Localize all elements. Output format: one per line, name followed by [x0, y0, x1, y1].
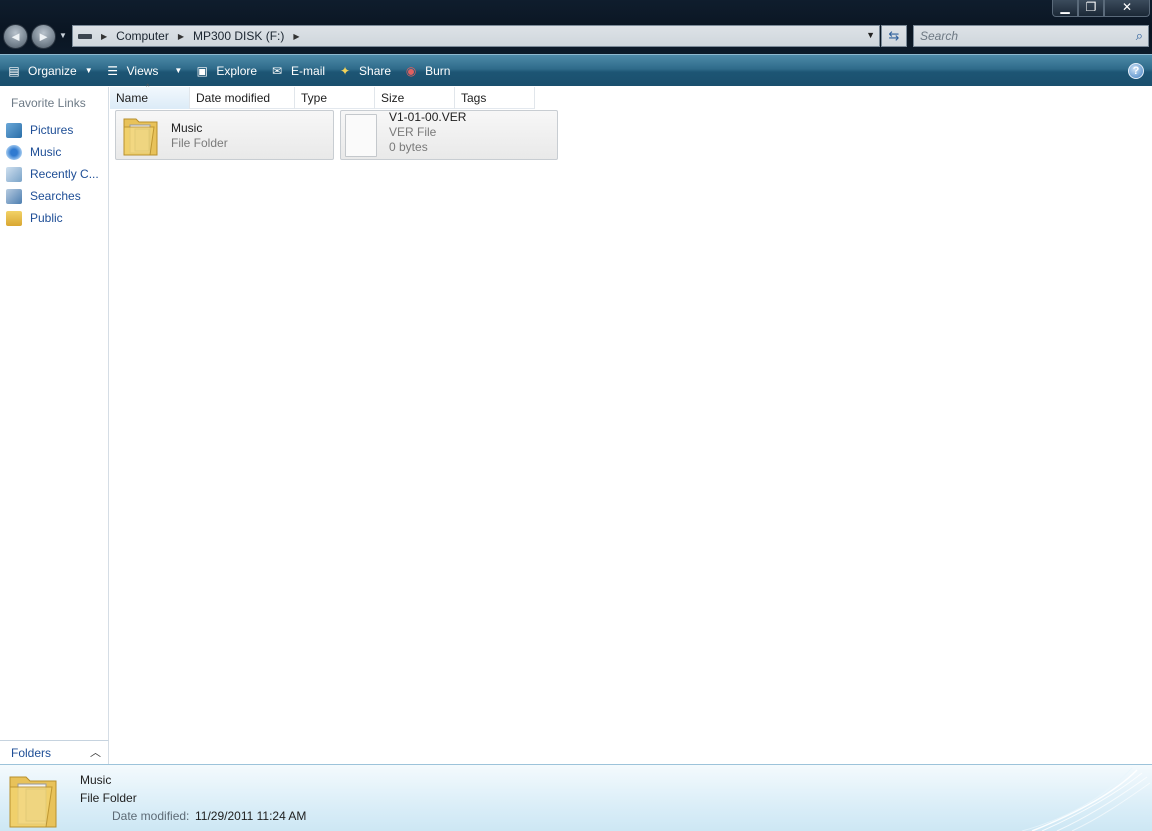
- column-header-label: Name: [116, 91, 149, 105]
- maximize-button[interactable]: ❐: [1078, 0, 1104, 17]
- folder-icon: [9, 776, 57, 828]
- column-header-size[interactable]: Size: [375, 87, 455, 109]
- refresh-icon: ⇆: [888, 28, 900, 43]
- navigation-pane: Favorite Links Pictures Music Recently C…: [0, 87, 109, 740]
- file-item-name: Music: [171, 121, 203, 135]
- column-header-type[interactable]: Type: [295, 87, 375, 109]
- column-header-label: Size: [381, 91, 405, 105]
- searches-icon: [6, 188, 22, 204]
- burn-button[interactable]: ◉ Burn: [397, 57, 456, 85]
- file-item-ver-file[interactable]: V1-01-00.VER VER File 0 bytes: [340, 110, 558, 160]
- drive-icon: [78, 33, 92, 39]
- sidebar-item-label: Public: [30, 211, 63, 225]
- file-list-pane: ^ Name Date modified Type Size Tags Musi…: [110, 84, 1152, 764]
- search-placeholder: Search: [920, 29, 959, 43]
- sort-ascending-icon: ^: [146, 84, 150, 91]
- file-item-size: 0 bytes: [389, 140, 428, 154]
- file-item-type: File Folder: [171, 136, 228, 150]
- sidebar-item-music[interactable]: Music: [6, 141, 106, 163]
- sidebar-item-public[interactable]: Public: [6, 207, 106, 229]
- views-icon: ☰: [107, 63, 118, 78]
- chevron-down-icon: ▼: [59, 31, 67, 40]
- minimize-button[interactable]: ▁: [1052, 0, 1078, 17]
- favorite-links-list: Pictures Music Recently C... Searches Pu…: [6, 119, 106, 229]
- document-icon: [345, 114, 377, 157]
- window-controls: ▁ ❐ ✕: [1052, 0, 1150, 18]
- column-header-date-modified[interactable]: Date modified: [190, 87, 295, 109]
- details-date-modified-label: Date modified:: [112, 809, 190, 823]
- forward-button[interactable]: ►: [31, 24, 56, 49]
- breadcrumb-separator-icon[interactable]: ▶: [101, 32, 107, 41]
- column-headers: ^ Name Date modified Type Size Tags: [110, 84, 535, 109]
- share-button[interactable]: ✦ Share: [331, 57, 397, 85]
- organize-icon: ▤: [8, 63, 20, 78]
- share-label: Share: [359, 63, 392, 78]
- breadcrumb-computer[interactable]: Computer: [116, 29, 169, 43]
- folders-toggle[interactable]: Folders ︿: [0, 740, 109, 764]
- breadcrumb-separator-icon[interactable]: ▶: [178, 32, 184, 41]
- sidebar-item-label: Recently C...: [30, 167, 99, 181]
- chevron-up-icon: ︿: [90, 747, 101, 759]
- explore-icon: ▣: [196, 63, 209, 78]
- column-header-label: Date modified: [196, 91, 271, 105]
- chevron-down-icon: ▼: [84, 66, 93, 75]
- explore-button[interactable]: ▣ Explore: [188, 57, 263, 85]
- details-date-modified-value: 11/29/2011 11:24 AM: [195, 809, 307, 823]
- column-header-label: Type: [301, 91, 328, 105]
- sidebar-item-recently-changed[interactable]: Recently C...: [6, 163, 106, 185]
- title-bar: ▁ ❐ ✕ ◄ ► ▼ ▶ Computer ▶ MP300 DISK (F:)…: [0, 0, 1152, 54]
- details-item-name: Music: [80, 773, 112, 787]
- burn-label: Burn: [425, 63, 451, 78]
- folder-icon: [123, 118, 158, 156]
- pictures-icon: [6, 122, 22, 138]
- music-icon: [6, 144, 22, 160]
- back-button[interactable]: ◄: [3, 24, 28, 49]
- command-bar: ▤ Organize ▼ ☰ Views ▼ ▣ Explore ✉ E-mai…: [0, 54, 1152, 86]
- organize-label: Organize: [28, 63, 77, 78]
- recent-pages-dropdown[interactable]: ▼: [59, 31, 67, 40]
- email-icon: ✉: [272, 63, 283, 78]
- search-icon[interactable]: ⌕: [1136, 28, 1143, 44]
- views-button[interactable]: ☰ Views ▼: [99, 57, 189, 85]
- file-item-music-folder[interactable]: Music File Folder: [115, 110, 334, 160]
- sidebar-item-pictures[interactable]: Pictures: [6, 119, 106, 141]
- sidebar-item-label: Searches: [30, 189, 81, 203]
- sidebar-item-searches[interactable]: Searches: [6, 185, 106, 207]
- favorite-links-heading: Favorite Links: [11, 96, 86, 110]
- search-input[interactable]: Search ⌕: [913, 25, 1149, 47]
- breadcrumb-mp300-disk[interactable]: MP300 DISK (F:): [193, 29, 284, 43]
- email-label: E-mail: [291, 63, 326, 78]
- column-header-name[interactable]: ^ Name: [110, 84, 190, 109]
- address-dropdown-icon[interactable]: ▼: [866, 30, 875, 40]
- share-icon: ✦: [340, 63, 351, 78]
- file-item-name: V1-01-00.VER: [389, 110, 467, 124]
- sidebar-item-label: Pictures: [30, 123, 74, 137]
- back-arrow-icon: ◄: [9, 29, 22, 44]
- refresh-button[interactable]: ⇆: [881, 25, 907, 47]
- breadcrumb-separator-icon[interactable]: ▶: [293, 32, 299, 41]
- views-label: Views: [126, 63, 159, 78]
- public-folder-icon: [6, 210, 22, 226]
- email-button[interactable]: ✉ E-mail: [263, 57, 331, 85]
- decorative-swoosh: [1021, 767, 1151, 831]
- recent-icon: [6, 166, 22, 182]
- forward-arrow-icon: ►: [37, 29, 50, 44]
- chevron-down-icon: ▼: [174, 66, 183, 75]
- address-bar[interactable]: ▶ Computer ▶ MP300 DISK (F:) ▶ ▼: [72, 25, 880, 47]
- folders-label: Folders: [11, 746, 52, 760]
- sidebar-item-label: Music: [30, 145, 62, 159]
- details-pane: Music File Folder Date modified: 11/29/2…: [0, 764, 1152, 831]
- help-button[interactable]: ?: [1128, 63, 1144, 79]
- column-header-tags[interactable]: Tags: [455, 87, 535, 109]
- file-item-type: VER File: [389, 125, 437, 139]
- explore-label: Explore: [216, 63, 258, 78]
- column-header-label: Tags: [461, 91, 487, 105]
- organize-button[interactable]: ▤ Organize ▼: [0, 57, 99, 85]
- close-button[interactable]: ✕: [1104, 0, 1150, 17]
- details-item-type: File Folder: [80, 791, 137, 805]
- burn-disc-icon: ◉: [405, 63, 417, 78]
